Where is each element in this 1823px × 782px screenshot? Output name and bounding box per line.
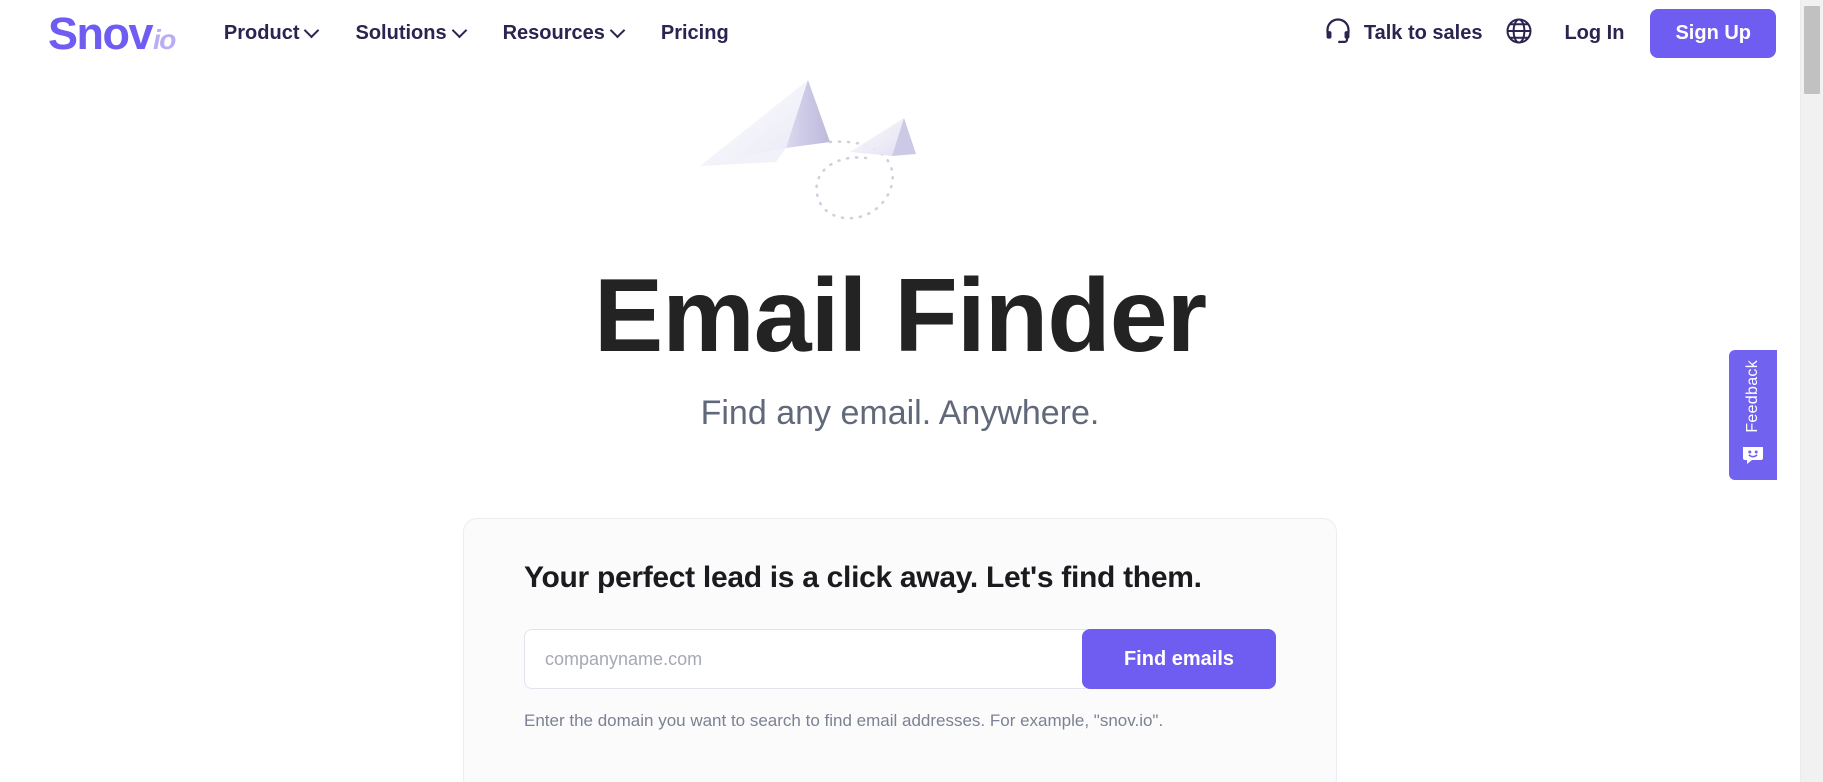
domain-search-input[interactable]	[524, 629, 1086, 689]
nav-item-resources-label: Resources	[502, 21, 605, 44]
snovio-logo[interactable]: Snov io	[48, 7, 176, 59]
feedback-label: Feedback	[1744, 360, 1761, 433]
headset-icon	[1324, 16, 1352, 50]
chevron-down-icon	[609, 22, 626, 38]
hero-section: Email Finder Find any email. Anywhere.	[0, 66, 1800, 433]
top-navigation-bar: Snov io Product Solutions Resources Prici…	[0, 0, 1800, 66]
login-link[interactable]: Log In	[1564, 22, 1624, 45]
search-row: Find emails	[524, 629, 1276, 689]
talk-to-sales-link[interactable]: Talk to sales	[1324, 16, 1483, 50]
find-emails-button[interactable]: Find emails	[1081, 629, 1276, 689]
signup-button[interactable]: Sign Up	[1650, 8, 1776, 58]
chevron-down-icon	[304, 22, 320, 38]
nav-right-actions: Talk to sales Log In Sign Up	[1324, 8, 1800, 58]
nav-item-pricing[interactable]: Pricing	[642, 22, 748, 45]
search-card-title: Your perfect lead is a click away. Let's…	[524, 561, 1202, 594]
smiley-face-icon	[1741, 445, 1765, 470]
nav-item-product[interactable]: Product	[205, 22, 337, 45]
logo-text-main: Snov	[48, 7, 154, 59]
talk-to-sales-label: Talk to sales	[1363, 21, 1483, 44]
globe-icon	[1504, 16, 1534, 51]
page-title: Email Finder	[593, 258, 1207, 374]
page-scrollbar-track[interactable]	[1800, 0, 1823, 782]
nav-item-product-label: Product	[223, 21, 300, 44]
email-finder-search-card: Your perfect lead is a click away. Let's…	[463, 518, 1337, 782]
nav-item-solutions-label: Solutions	[355, 21, 447, 44]
chevron-down-icon	[451, 22, 467, 38]
nav-item-pricing-label: Pricing	[660, 21, 729, 44]
hero-illustration	[0, 66, 1800, 236]
nav-item-solutions[interactable]: Solutions	[336, 22, 483, 45]
page-scrollbar-thumb[interactable]	[1804, 6, 1820, 94]
page-subtitle: Find any email. Anywhere.	[700, 394, 1100, 432]
page-root: Snov io Product Solutions Resources Prici…	[0, 0, 1823, 782]
feedback-tab[interactable]: Feedback	[1729, 350, 1777, 480]
primary-nav-links: Product Solutions Resources Pricing	[205, 22, 748, 45]
logo-text-suffix: io	[153, 23, 176, 55]
language-switcher[interactable]	[1504, 16, 1534, 51]
search-hint-text: Enter the domain you want to search to f…	[524, 711, 1164, 730]
nav-item-resources[interactable]: Resources	[484, 22, 642, 45]
paper-plane-illustration	[700, 80, 916, 220]
browser-viewport: Snov io Product Solutions Resources Prici…	[0, 0, 1800, 782]
